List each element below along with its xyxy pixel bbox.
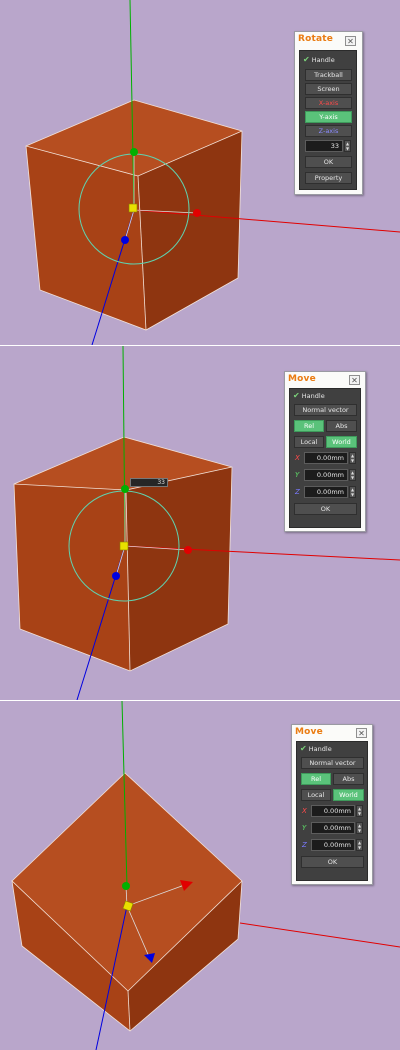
normal-vector-button[interactable]: Normal vector bbox=[301, 757, 364, 769]
trackball-button[interactable]: Trackball bbox=[305, 69, 352, 81]
z-value-input[interactable]: 0.00mm bbox=[304, 486, 348, 498]
z-axis-handle[interactable] bbox=[112, 572, 120, 580]
x-stepper[interactable]: ▲ ▼ bbox=[356, 805, 363, 817]
rotate-dialog-body: ✔ Handle Trackball Screen X-axis Y-axis … bbox=[299, 50, 357, 190]
abs-button[interactable]: Abs bbox=[326, 420, 357, 432]
y-axis-button[interactable]: Y-axis bbox=[305, 111, 352, 123]
x-value-input[interactable]: 0.00mm bbox=[304, 452, 348, 464]
cube-side-face bbox=[126, 467, 232, 671]
center-handle[interactable] bbox=[128, 203, 138, 213]
x-axis-handle[interactable] bbox=[193, 209, 201, 217]
handle-label: Handle bbox=[308, 745, 332, 753]
move-dialog: Move ✕ ✔ Handle Normal vector Rel Abs Lo… bbox=[284, 371, 366, 532]
move-dialog: Move ✕ ✔ Handle Normal vector Rel Abs Lo… bbox=[291, 724, 373, 885]
close-icon[interactable]: ✕ bbox=[356, 728, 367, 738]
screen-button[interactable]: Screen bbox=[305, 83, 352, 95]
y-field-label: Y bbox=[295, 471, 300, 479]
rotate-dialog: Rotate ✕ ✔ Handle Trackball Screen X-axi… bbox=[294, 31, 363, 195]
y-axis-handle[interactable] bbox=[130, 148, 138, 156]
angle-input[interactable]: 33 bbox=[305, 140, 343, 152]
close-icon[interactable]: ✕ bbox=[349, 375, 360, 385]
center-handle[interactable] bbox=[119, 541, 129, 551]
x-axis-button[interactable]: X-axis bbox=[305, 97, 352, 109]
ok-button[interactable]: OK bbox=[305, 156, 352, 168]
world-button[interactable]: World bbox=[333, 789, 364, 801]
move-dialog-title: Move bbox=[288, 374, 316, 384]
handle-label: Handle bbox=[311, 56, 335, 64]
x-field-label: X bbox=[295, 454, 300, 462]
rel-button[interactable]: Rel bbox=[301, 773, 331, 785]
y-axis-handle[interactable] bbox=[122, 882, 130, 890]
move-dialog-title: Move bbox=[295, 727, 323, 737]
z-stepper[interactable]: ▲ ▼ bbox=[349, 486, 356, 498]
y-field-label: Y bbox=[302, 824, 307, 832]
checkmark-icon: ✔ bbox=[303, 55, 310, 64]
z-field-label: Z bbox=[302, 841, 307, 849]
z-axis-button[interactable]: Z-axis bbox=[305, 125, 352, 137]
viewport-move-1[interactable]: 33 Move ✕ ✔ Handle Normal vector Rel Abs… bbox=[0, 346, 400, 700]
viewport-rotate[interactable]: Rotate ✕ ✔ Handle Trackball Screen X-axi… bbox=[0, 0, 400, 345]
local-button[interactable]: Local bbox=[294, 436, 324, 448]
checkmark-icon: ✔ bbox=[293, 391, 300, 400]
local-button[interactable]: Local bbox=[301, 789, 331, 801]
ok-button[interactable]: OK bbox=[301, 856, 364, 868]
rotate-dialog-title: Rotate bbox=[298, 34, 334, 44]
handle-label: Handle bbox=[301, 392, 325, 400]
y-stepper[interactable]: ▲ ▼ bbox=[356, 822, 363, 834]
abs-button[interactable]: Abs bbox=[333, 773, 364, 785]
y-axis-handle[interactable] bbox=[121, 485, 129, 493]
z-axis-handle[interactable] bbox=[121, 236, 129, 244]
z-value-input[interactable]: 0.00mm bbox=[311, 839, 355, 851]
z-field-label: Z bbox=[295, 488, 300, 496]
y-stepper[interactable]: ▲ ▼ bbox=[349, 469, 356, 481]
y-value-input[interactable]: 0.00mm bbox=[311, 822, 355, 834]
x-axis-handle[interactable] bbox=[184, 546, 192, 554]
checkmark-icon: ✔ bbox=[300, 744, 307, 753]
x-axis-line bbox=[239, 922, 400, 948]
handle-checkbox[interactable]: ✔ Handle bbox=[300, 743, 332, 755]
z-stepper[interactable]: ▲ ▼ bbox=[356, 839, 363, 851]
angle-readout: 33 bbox=[130, 478, 168, 487]
x-stepper[interactable]: ▲ ▼ bbox=[349, 452, 356, 464]
x-value-input[interactable]: 0.00mm bbox=[311, 805, 355, 817]
y-value-input[interactable]: 0.00mm bbox=[304, 469, 348, 481]
normal-vector-button[interactable]: Normal vector bbox=[294, 404, 357, 416]
move-dialog-body: ✔ Handle Normal vector Rel Abs Local Wor… bbox=[296, 741, 368, 881]
rel-button[interactable]: Rel bbox=[294, 420, 324, 432]
ok-button[interactable]: OK bbox=[294, 503, 357, 515]
world-button[interactable]: World bbox=[326, 436, 357, 448]
handle-checkbox[interactable]: ✔ Handle bbox=[303, 54, 335, 66]
property-button[interactable]: Property bbox=[305, 172, 352, 184]
x-field-label: X bbox=[302, 807, 307, 815]
angle-stepper[interactable]: ▲ ▼ bbox=[344, 140, 351, 152]
move-dialog-body: ✔ Handle Normal vector Rel Abs Local Wor… bbox=[289, 388, 361, 528]
handle-checkbox[interactable]: ✔ Handle bbox=[293, 390, 325, 402]
close-icon[interactable]: ✕ bbox=[345, 36, 356, 46]
viewport-move-2[interactable]: Move ✕ ✔ Handle Normal vector Rel Abs Lo… bbox=[0, 701, 400, 1050]
